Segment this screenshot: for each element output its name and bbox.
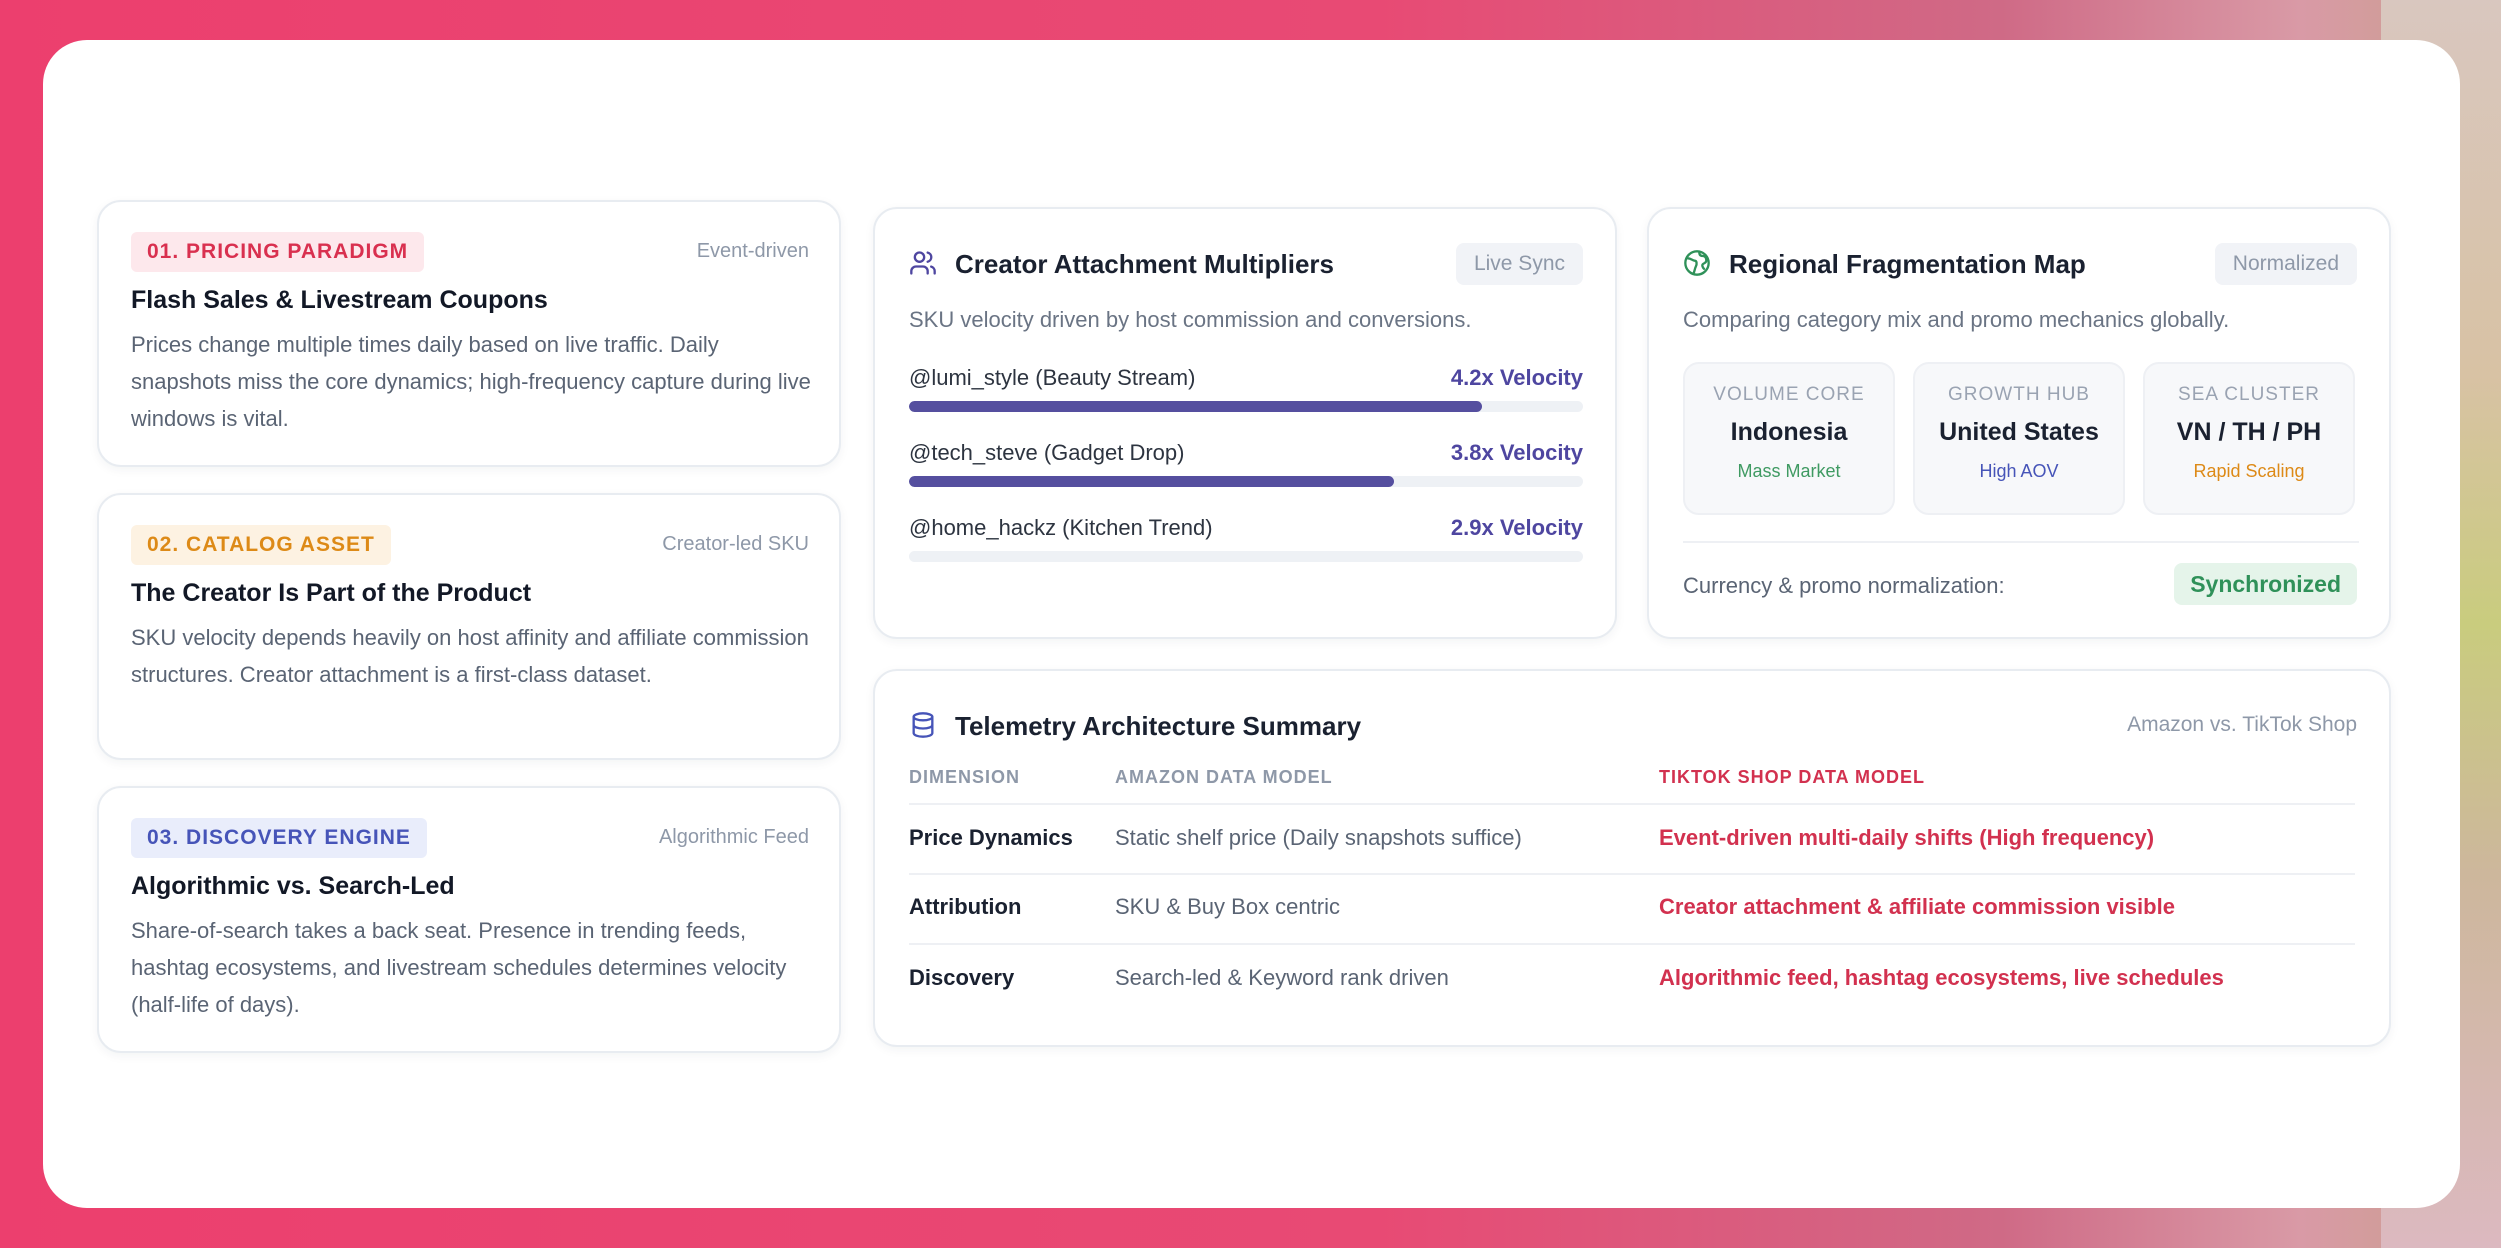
card-title: The Creator Is Part of the Product (131, 579, 532, 607)
regional-title: Regional Fragmentation Map (1729, 249, 2086, 279)
region-name: VN / TH / PH (2176, 418, 2322, 446)
card-badge: 03. DISCOVERY ENGINE (131, 818, 427, 858)
regional-card: Regional Fragmentation Map Normalized Co… (1647, 207, 2391, 639)
row-tiktok: Algorithmic feed, hashtag ecosystems, li… (1659, 965, 2224, 990)
card-description: Share-of-search takes a back seat. Prese… (131, 918, 787, 1017)
creator-subtitle: SKU velocity driven by host commission a… (909, 307, 1472, 332)
card-tag: Creator-led SKU (662, 533, 809, 555)
velocity-row: @tech_steve (Gadget Drop) 3.8x Velocity (909, 440, 1583, 490)
region-name: United States (1939, 418, 2099, 446)
table-divider (909, 873, 2355, 875)
currency-label: Currency & promo normalization: (1683, 573, 2005, 598)
pricing-card: 01. PRICING PARADIGM Event-driven Flash … (97, 200, 841, 467)
velocity-bar-track (909, 476, 1583, 487)
creator-title: Creator Attachment Multipliers (955, 249, 1334, 279)
row-tiktok: Event-driven multi-daily shifts (High fr… (1659, 825, 2155, 850)
globe-icon (1684, 250, 1710, 276)
table-divider (909, 943, 2355, 945)
region-name: Indonesia (1730, 418, 1848, 446)
region-label: GROWTH HUB (1948, 384, 2090, 405)
regional-subtitle: Comparing category mix and promo mechani… (1683, 307, 2230, 332)
velocity-bar-track (909, 551, 1583, 562)
card-badge: 02. CATALOG ASSET (131, 525, 391, 565)
velocity-row: @lumi_style (Beauty Stream) 4.2x Velocit… (909, 365, 1583, 415)
row-dimension: Attribution (909, 894, 1022, 919)
card-description: Prices change multiple times daily based… (131, 332, 811, 431)
row-amazon: SKU & Buy Box centric (1115, 894, 1340, 919)
table-divider (909, 803, 2355, 805)
velocity-bar-fill (909, 476, 1395, 487)
region-tile: SEA CLUSTER VN / TH / PH Rapid Scaling (2143, 362, 2355, 515)
region-label: SEA CLUSTER (2178, 384, 2320, 405)
creator-handle: @home_hackz (Kitchen Trend) (909, 515, 1213, 540)
velocity-row: @home_hackz (Kitchen Trend) 2.9x Velocit… (909, 515, 1583, 565)
users-icon (910, 251, 936, 275)
velocity-bar-track (909, 401, 1583, 412)
region-tile: VOLUME CORE Indonesia Mass Market (1683, 362, 1895, 515)
creator-handle: @lumi_style (Beauty Stream) (909, 365, 1196, 390)
region-label: VOLUME CORE (1713, 384, 1865, 405)
region-sub: Mass Market (1737, 461, 1841, 481)
velocity-value: 2.9x Velocity (1450, 515, 1583, 540)
column-header-dimension: DIMENSION (909, 767, 1021, 787)
divider (1683, 541, 2359, 543)
card-tag: Algorithmic Feed (658, 826, 809, 848)
telemetry-title: Telemetry Architecture Summary (955, 711, 1362, 741)
row-dimension: Discovery (909, 965, 1015, 990)
catalog-card: 02. CATALOG ASSET Creator-led SKU The Cr… (97, 493, 841, 760)
discovery-card: 03. DISCOVERY ENGINE Algorithmic Feed Al… (97, 786, 841, 1053)
normalized-chip: Normalized (2214, 243, 2357, 285)
telemetry-card: Telemetry Architecture Summary Amazon vs… (873, 669, 2391, 1047)
column-header-tiktok: TIKTOK SHOP DATA MODEL (1659, 767, 1926, 787)
column-header-amazon: AMAZON DATA MODEL (1115, 767, 1333, 787)
database-icon (912, 712, 934, 738)
comparison-label: Amazon vs. TikTok Shop (2127, 713, 2357, 736)
card-title: Flash Sales & Livestream Coupons (131, 286, 548, 314)
card-badge: 01. PRICING PARADIGM (131, 232, 425, 272)
creator-card: Creator Attachment Multipliers Live Sync… (873, 207, 1617, 639)
velocity-value: 4.2x Velocity (1450, 365, 1583, 390)
creator-handle: @tech_steve (Gadget Drop) (909, 440, 1185, 465)
region-tile: GROWTH HUB United States High AOV (1913, 362, 2125, 515)
status-badge: Synchronized (2174, 563, 2357, 605)
region-sub: High AOV (1979, 461, 2059, 481)
row-amazon: Search-led & Keyword rank driven (1115, 965, 1449, 990)
row-tiktok: Creator attachment & affiliate commissio… (1659, 894, 2175, 919)
card-description: SKU velocity depends heavily on host aff… (131, 625, 809, 687)
velocity-value: 3.8x Velocity (1450, 440, 1583, 465)
card-tag: Event-driven (696, 240, 809, 262)
row-amazon: Static shelf price (Daily snapshots suff… (1115, 825, 1522, 850)
row-dimension: Price Dynamics (909, 825, 1073, 850)
velocity-bar-fill (909, 401, 1482, 412)
region-sub: Rapid Scaling (2193, 461, 2305, 481)
live-sync-chip: Live Sync (1455, 243, 1583, 285)
card-title: Algorithmic vs. Search-Led (131, 872, 455, 900)
